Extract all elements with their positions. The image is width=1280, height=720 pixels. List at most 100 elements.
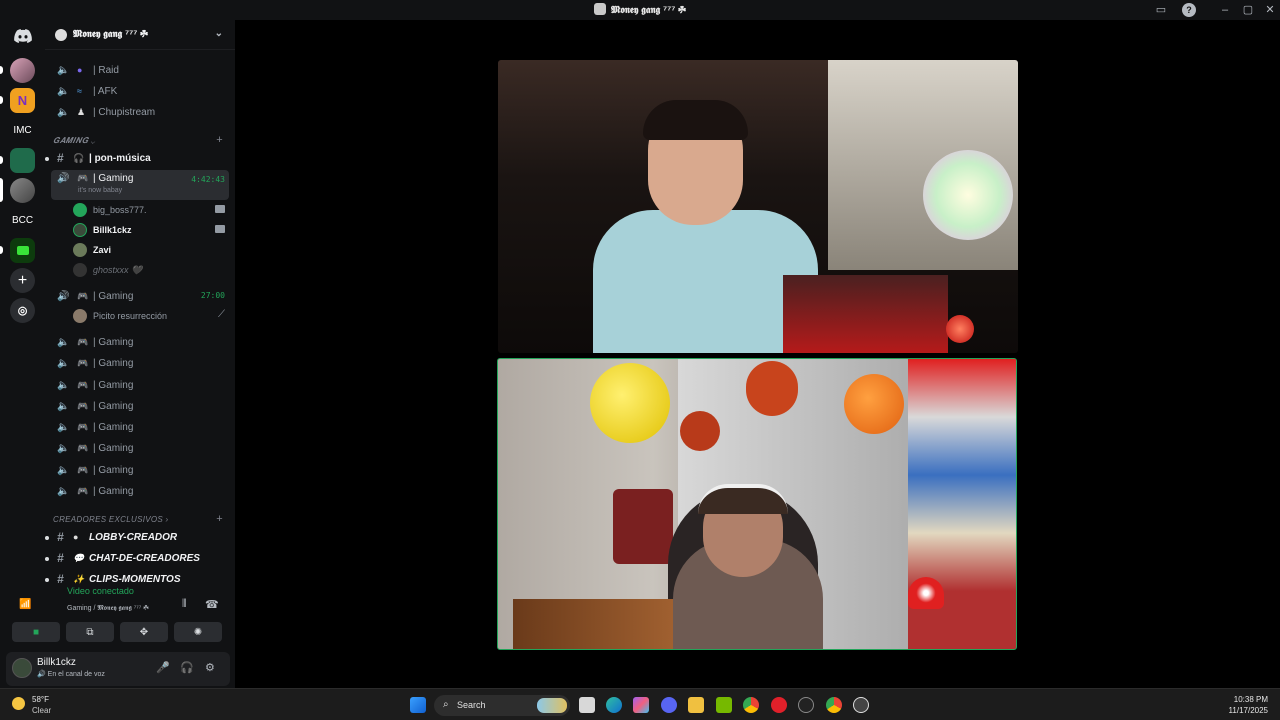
glass (783, 275, 948, 353)
task-view-icon[interactable] (579, 697, 595, 713)
voice-location[interactable]: Gaming / 𝕸𝖔𝖓𝖊𝖞 𝖌𝖆𝖓𝖌 ⁷⁷⁷ ☘ (67, 605, 149, 613)
microphone-icon[interactable]: 🎤 (156, 661, 170, 674)
chrome-icon[interactable] (743, 697, 759, 713)
activities-button[interactable]: ✥ (120, 622, 168, 642)
chrome-profile-icon[interactable] (826, 697, 842, 713)
user-name[interactable]: Billk1ckz (37, 657, 76, 668)
disconnect-icon[interactable]: ☎ (205, 598, 219, 611)
video-tile-user-2[interactable] (497, 358, 1017, 650)
voice-user[interactable]: Picito resurrección ⟋ (73, 306, 229, 326)
voice-user[interactable]: Billk1ckz (73, 220, 229, 240)
text-channel-lobby-creador[interactable]: # ● LOBBY-CREADOR (51, 527, 229, 547)
channel-emoji-icon: ♟ (77, 106, 86, 117)
voice-channel-gaming[interactable]: 🔈 🎮 | Gaming (51, 353, 229, 373)
chevron-down-icon[interactable]: ⌄ (215, 28, 223, 39)
discover-icon[interactable]: ◎ (10, 298, 35, 323)
gamepad-icon: 🎮 (77, 421, 89, 432)
discord-taskbar-icon[interactable] (661, 697, 677, 713)
app-dark-icon[interactable] (798, 697, 814, 713)
server-avatar-1[interactable] (10, 58, 35, 83)
windows-start-icon[interactable] (410, 697, 426, 713)
edge-icon[interactable] (606, 697, 622, 713)
temperature: 58°F (32, 695, 49, 704)
maximize-button[interactable]: ▢ (1241, 3, 1255, 17)
server-bcc[interactable]: BCC (10, 208, 35, 233)
category-label: CREADORES EXCLUSIVOS (53, 515, 164, 524)
speaker-icon: 🔈 (57, 400, 70, 412)
server-imc[interactable]: IMC (10, 118, 35, 143)
app-red-icon[interactable] (771, 697, 787, 713)
search-icon: ⌕ (443, 699, 449, 710)
sparkles-icon: ✨ (73, 573, 85, 584)
server-header[interactable]: 𝕸𝖔𝖓𝖊𝖞 𝖌𝖆𝖓𝖌 ⁷⁷⁷ ☘ ⌄ (45, 20, 235, 50)
server-n[interactable]: N (10, 88, 35, 113)
speaker-icon: 🔈 (57, 357, 70, 369)
add-server-icon[interactable]: + (10, 268, 35, 293)
inbox-icon[interactable]: ▭ (1154, 3, 1168, 17)
channel-label: | Gaming (93, 421, 134, 433)
nvidia-icon[interactable] (716, 697, 732, 713)
avatar[interactable] (12, 658, 32, 678)
channel-emoji-icon: ≈ (77, 86, 82, 96)
noise-suppression-icon[interactable]: ⫴ (182, 598, 187, 611)
app-circle-icon[interactable] (853, 697, 869, 713)
voice-user[interactable]: big_boss777. (73, 200, 229, 220)
server-4[interactable] (10, 148, 35, 173)
voice-channel-gaming-active[interactable]: 🔊 🎮 | Gaming 4:42:43 it's now babay (51, 170, 229, 200)
add-channel-icon[interactable]: + (216, 134, 223, 146)
hash-icon: # (57, 151, 64, 165)
discord-home-icon[interactable] (10, 23, 35, 48)
voice-channel-gaming[interactable]: 🔈 🎮 | Gaming (51, 481, 229, 501)
text-channel-pon-musica[interactable]: # 🎧 | pon-música (51, 148, 229, 168)
red-balloon (680, 411, 720, 451)
title-bar: 𝕸𝖔𝖓𝖊𝖞 𝖌𝖆𝖓𝖌 ⁷⁷⁷ ☘ ▭ ? – ▢ ✕ (0, 0, 1280, 20)
minimize-button[interactable]: – (1218, 3, 1232, 17)
copilot-icon[interactable] (633, 697, 649, 713)
text-channel-chat-de-creadores[interactable]: # 💬 CHAT-DE-CREADORES (51, 548, 229, 568)
category-gaming[interactable]: 𝑮𝑨𝑴𝑰𝑵𝑮 ⌄ + (53, 134, 229, 146)
help-icon[interactable]: ? (1182, 3, 1196, 17)
user-name: Billk1ckz (93, 225, 132, 235)
channel-label: | pon-música (89, 152, 151, 164)
server-money-gang[interactable] (10, 178, 35, 203)
hash-icon: # (57, 572, 64, 586)
voice-user[interactable]: ghostxxx 🖤 (73, 260, 229, 280)
category-creadores[interactable]: CREADORES EXCLUSIVOS › + (53, 513, 229, 525)
voice-channel-gaming[interactable]: 🔈 🎮 | Gaming (51, 460, 229, 480)
clock-date: 11/17/2025 (1228, 706, 1268, 715)
voice-channel-gaming[interactable]: 🔈 🎮 | Gaming (51, 396, 229, 416)
voice-channel-gaming[interactable]: 🔈 🎮 | Gaming (51, 375, 229, 395)
voice-user[interactable]: Zavi (73, 240, 229, 260)
user-name: big_boss777. (93, 205, 147, 215)
voice-status[interactable]: Video conectado (37, 586, 134, 596)
unread-dot (45, 578, 49, 582)
voice-channel-gaming-2[interactable]: 🔊 🎮 | Gaming 27:00 (51, 286, 229, 306)
file-explorer-icon[interactable] (688, 697, 704, 713)
search-highlight-image (537, 698, 567, 713)
channel-label: | Chupistream (93, 106, 156, 118)
headphones (698, 484, 788, 514)
settings-gear-icon[interactable]: ⚙ (205, 661, 215, 674)
screen-share-button[interactable]: ⧉ (66, 622, 114, 642)
headphones-icon[interactable]: 🎧 (180, 661, 194, 674)
voice-channel-afk[interactable]: 🔈 ≈ | AFK (51, 81, 229, 101)
voice-channel-gaming[interactable]: 🔈 🎮 | Gaming (51, 417, 229, 437)
voice-channel-gaming[interactable]: 🔈 🎮 | Gaming (51, 332, 229, 352)
user-status: 🔊 En el canal de voz (37, 671, 105, 678)
camera-button[interactable]: ■ (12, 622, 60, 642)
user-status-text: En el canal de voz (47, 671, 105, 678)
voice-channel-gaming[interactable]: 🔈 🎮 | Gaming (51, 438, 229, 458)
headphones-icon: 🎧 (73, 152, 85, 163)
video-tile-user-1[interactable] (498, 60, 1018, 353)
speaker-icon: 🔈 (57, 379, 70, 391)
speaker-icon: 🔈 (57, 106, 70, 118)
server-7[interactable] (10, 238, 35, 263)
soundboard-button[interactable]: ✺ (174, 622, 222, 642)
close-button[interactable]: ✕ (1263, 3, 1277, 17)
voice-channel-raid[interactable]: 🔈 ● | Raid (51, 60, 229, 80)
search-bar[interactable]: ⌕ Search (434, 695, 570, 716)
unread-pill (0, 156, 3, 164)
system-clock[interactable]: 10:38 PM 11/17/2025 (1229, 694, 1268, 716)
add-channel-icon[interactable]: + (216, 513, 223, 525)
voice-channel-chupistream[interactable]: 🔈 ♟ | Chupistream (51, 102, 229, 122)
